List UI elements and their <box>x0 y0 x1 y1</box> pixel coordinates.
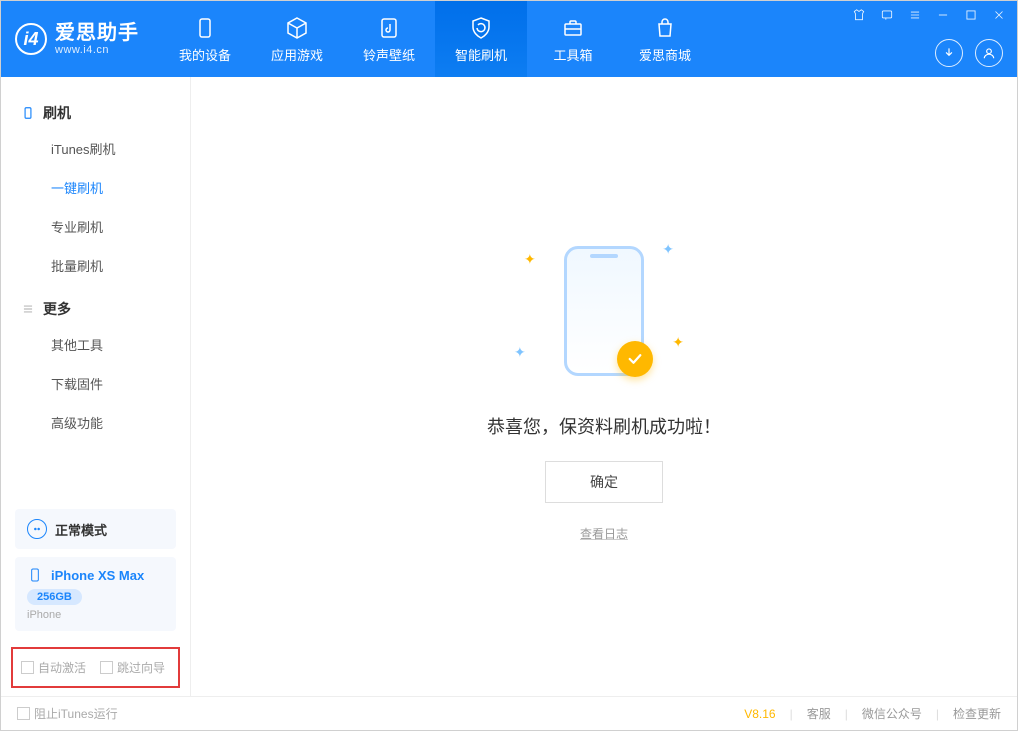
device-name: iPhone XS Max <box>51 568 144 583</box>
device-mode-box[interactable]: 正常模式 <box>15 509 176 549</box>
sidebar: 刷机 iTunes刷机 一键刷机 专业刷机 批量刷机 更多 其他工具 下载固件 … <box>1 77 191 696</box>
sidebar-item-pro-flash[interactable]: 专业刷机 <box>1 207 190 246</box>
app-url: www.i4.cn <box>55 44 139 56</box>
group-title: 更多 <box>43 299 71 319</box>
nav-smart-flash[interactable]: 智能刷机 <box>435 1 527 77</box>
menu-icon[interactable] <box>907 7 923 23</box>
nav-apps-games[interactable]: 应用游戏 <box>251 1 343 77</box>
nav-label: 智能刷机 <box>455 45 507 64</box>
checkbox-auto-activate[interactable]: 自动激活 <box>21 659 86 676</box>
nav-label: 应用游戏 <box>271 45 323 64</box>
sidebar-item-itunes-flash[interactable]: iTunes刷机 <box>1 129 190 168</box>
group-header-flash[interactable]: 刷机 <box>1 97 190 129</box>
sidebar-item-other-tools[interactable]: 其他工具 <box>1 325 190 364</box>
main-content: ✦ ✦ ✦ ✦ 恭喜您，保资料刷机成功啦！ 确定 查看日志 <box>191 77 1017 696</box>
device-capacity-badge: 256GB <box>27 589 82 605</box>
phone-icon <box>27 567 43 583</box>
nav-toolbox[interactable]: 工具箱 <box>527 1 619 77</box>
checkbox-icon <box>100 661 113 674</box>
sidebar-item-batch-flash[interactable]: 批量刷机 <box>1 246 190 285</box>
phone-outline-icon <box>564 246 644 376</box>
refresh-shield-icon <box>468 15 494 41</box>
checkbox-label: 阻止iTunes运行 <box>34 705 118 722</box>
list-icon <box>21 302 35 316</box>
cube-icon <box>284 15 310 41</box>
nav-label: 我的设备 <box>179 45 231 64</box>
device-type: iPhone <box>27 609 164 621</box>
flash-options-highlighted: 自动激活 跳过向导 <box>11 647 180 688</box>
app-logo-icon: i4 <box>15 23 47 55</box>
nav-ringtones-wallpapers[interactable]: 铃声壁纸 <box>343 1 435 77</box>
bag-icon <box>652 15 678 41</box>
sidebar-group-flash: 刷机 iTunes刷机 一键刷机 专业刷机 批量刷机 <box>1 97 190 285</box>
checkbox-icon <box>21 661 34 674</box>
top-nav: 我的设备 应用游戏 铃声壁纸 智能刷机 工具箱 爱思商城 <box>159 1 711 77</box>
title-bar: i4 爱思助手 www.i4.cn 我的设备 应用游戏 铃声壁纸 智能刷机 工具… <box>1 1 1017 77</box>
view-log-link[interactable]: 查看日志 <box>580 525 628 542</box>
nav-store[interactable]: 爱思商城 <box>619 1 711 77</box>
sidebar-item-advanced[interactable]: 高级功能 <box>1 403 190 442</box>
version-label: V8.16 <box>744 707 775 721</box>
close-button[interactable] <box>991 7 1007 23</box>
status-bar: 阻止iTunes运行 V8.16 | 客服 | 微信公众号 | 检查更新 <box>1 696 1017 730</box>
connected-device-box[interactable]: iPhone XS Max 256GB iPhone <box>15 557 176 631</box>
sparkle-icon: ✦ <box>672 334 684 351</box>
confirm-button[interactable]: 确定 <box>545 461 663 503</box>
device-icon <box>192 15 218 41</box>
support-link[interactable]: 客服 <box>807 705 831 722</box>
sidebar-item-onekey-flash[interactable]: 一键刷机 <box>1 168 190 207</box>
mode-label: 正常模式 <box>55 520 107 539</box>
feedback-icon[interactable] <box>879 7 895 23</box>
nav-label: 工具箱 <box>553 45 592 64</box>
music-file-icon <box>376 15 402 41</box>
phone-icon <box>21 106 35 120</box>
maximize-button[interactable] <box>963 7 979 23</box>
group-title: 刷机 <box>43 103 71 123</box>
download-button[interactable] <box>935 39 963 67</box>
sidebar-item-download-firmware[interactable]: 下载固件 <box>1 364 190 403</box>
skin-icon[interactable] <box>851 7 867 23</box>
header-right-buttons <box>935 39 1003 67</box>
sidebar-group-more: 更多 其他工具 下载固件 高级功能 <box>1 293 190 442</box>
check-update-link[interactable]: 检查更新 <box>953 705 1001 722</box>
sparkle-icon: ✦ <box>662 241 674 258</box>
sparkle-icon: ✦ <box>514 344 526 361</box>
nav-label: 铃声壁纸 <box>363 45 415 64</box>
logo-area: i4 爱思助手 www.i4.cn <box>1 1 159 77</box>
sparkle-icon: ✦ <box>524 251 536 268</box>
app-name: 爱思助手 <box>55 22 139 44</box>
checkbox-icon <box>17 707 30 720</box>
group-header-more[interactable]: 更多 <box>1 293 190 325</box>
success-illustration: ✦ ✦ ✦ ✦ <box>504 231 704 391</box>
nav-my-device[interactable]: 我的设备 <box>159 1 251 77</box>
success-message: 恭喜您，保资料刷机成功啦！ <box>487 413 721 439</box>
checkbox-skip-guide[interactable]: 跳过向导 <box>100 659 165 676</box>
wechat-link[interactable]: 微信公众号 <box>862 705 922 722</box>
checkbox-block-itunes[interactable]: 阻止iTunes运行 <box>17 705 118 722</box>
mode-icon <box>27 519 47 539</box>
nav-label: 爱思商城 <box>639 45 691 64</box>
checkbox-label: 自动激活 <box>38 659 86 676</box>
checkmark-badge-icon <box>617 341 653 377</box>
checkbox-label: 跳过向导 <box>117 659 165 676</box>
minimize-button[interactable] <box>935 7 951 23</box>
account-button[interactable] <box>975 39 1003 67</box>
toolbox-icon <box>560 15 586 41</box>
window-controls <box>851 7 1007 23</box>
